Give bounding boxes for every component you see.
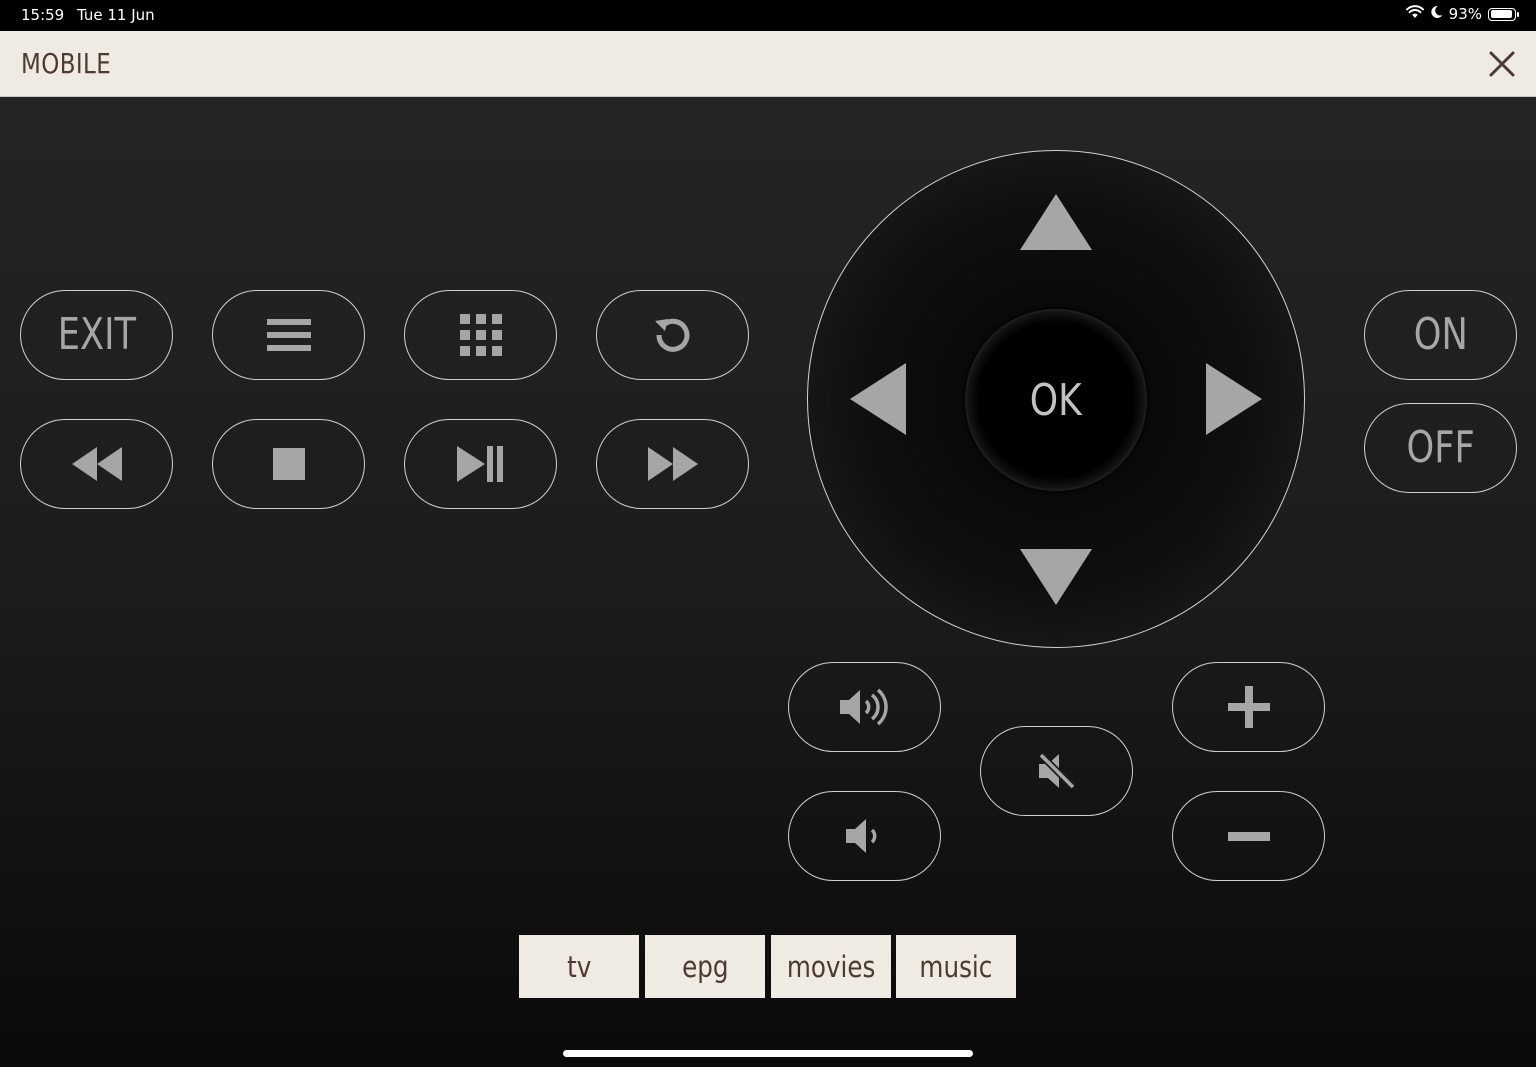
- tab-label: movies: [786, 949, 876, 984]
- stop-button[interactable]: [212, 419, 365, 509]
- arrow-right-button[interactable]: [1206, 363, 1262, 440]
- home-indicator[interactable]: [563, 1050, 973, 1057]
- fast-forward-button[interactable]: [596, 419, 749, 509]
- status-date: Tue 11 Jun: [77, 6, 155, 24]
- arrow-up-icon: [1020, 194, 1092, 250]
- volume-down-icon: [845, 819, 876, 853]
- tab-movies[interactable]: movies: [771, 935, 891, 998]
- menu-icon: [266, 319, 311, 351]
- off-label: OFF: [1406, 422, 1475, 473]
- tab-epg[interactable]: epg: [645, 935, 765, 998]
- rewind-icon: [71, 447, 122, 481]
- close-icon: [1489, 51, 1515, 77]
- arrow-left-icon: [850, 363, 906, 435]
- plus-icon: [1227, 686, 1270, 728]
- tab-label: epg: [681, 949, 729, 984]
- on-label: ON: [1413, 309, 1468, 360]
- stop-icon: [272, 448, 305, 480]
- status-indicators: 93%: [1405, 5, 1519, 23]
- status-bar: 15:59 Tue 11 Jun 93%: [0, 0, 1536, 31]
- arrow-left-button[interactable]: [850, 363, 906, 440]
- moon-icon: [1430, 5, 1443, 23]
- tab-tv[interactable]: tv: [519, 935, 639, 998]
- fast-forward-icon: [647, 447, 698, 481]
- arrow-down-button[interactable]: [1020, 549, 1092, 610]
- power-on-button[interactable]: ON: [1364, 290, 1517, 380]
- channel-down-button[interactable]: [1172, 791, 1325, 881]
- mute-button[interactable]: [980, 726, 1133, 816]
- arrow-up-button[interactable]: [1020, 194, 1092, 255]
- mute-icon: [1038, 752, 1075, 790]
- volume-up-button[interactable]: [788, 662, 941, 752]
- play-pause-icon: [456, 446, 503, 482]
- channel-up-button[interactable]: [1172, 662, 1325, 752]
- battery-icon: [1488, 7, 1519, 21]
- ok-button[interactable]: OK: [965, 309, 1147, 491]
- power-off-button[interactable]: OFF: [1364, 403, 1517, 493]
- rewind-button[interactable]: [20, 419, 173, 509]
- menu-button[interactable]: [212, 290, 365, 380]
- grid-button[interactable]: [404, 290, 557, 380]
- minus-icon: [1227, 831, 1270, 841]
- arrow-right-icon: [1206, 363, 1262, 435]
- header-bar: MOBILE: [0, 31, 1536, 97]
- wifi-icon: [1405, 5, 1424, 23]
- battery-percent: 93%: [1448, 5, 1482, 23]
- ok-label: OK: [1029, 374, 1083, 426]
- back-icon: [654, 318, 689, 352]
- page-title: MOBILE: [21, 47, 112, 80]
- close-button[interactable]: [1486, 48, 1518, 80]
- tab-music[interactable]: music: [896, 935, 1016, 998]
- volume-up-icon: [839, 688, 888, 726]
- grid-icon: [459, 314, 502, 356]
- back-button[interactable]: [596, 290, 749, 380]
- tab-label: tv: [566, 949, 592, 984]
- arrow-down-icon: [1020, 549, 1092, 605]
- volume-down-button[interactable]: [788, 791, 941, 881]
- exit-label: EXIT: [57, 309, 136, 360]
- exit-button[interactable]: EXIT: [20, 290, 173, 380]
- play-pause-button[interactable]: [404, 419, 557, 509]
- tab-label: music: [919, 949, 993, 984]
- status-time: 15:59: [21, 6, 65, 24]
